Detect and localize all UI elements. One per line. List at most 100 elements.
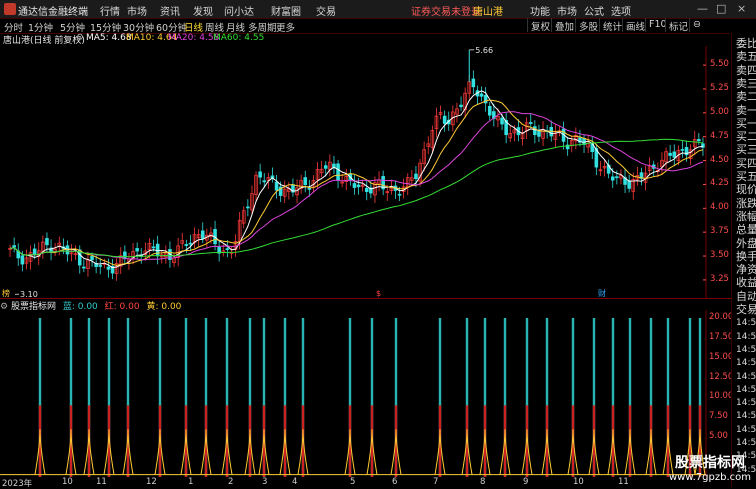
candle-body bbox=[106, 266, 111, 270]
candle bbox=[82, 259, 86, 273]
candle-body bbox=[12, 245, 16, 248]
period-1min[interactable]: 1分钟 bbox=[28, 20, 53, 34]
side-panel-item[interactable]: 买二 bbox=[736, 130, 756, 144]
menu-market[interactable]: 市场 bbox=[127, 3, 147, 18]
menu-formula[interactable]: 公式 bbox=[584, 3, 604, 18]
side-panel-item[interactable]: 卖四 bbox=[736, 64, 756, 78]
price-tick: 5.25 bbox=[710, 82, 729, 93]
adjust-button[interactable]: 复权 bbox=[527, 18, 552, 33]
side-panel-item[interactable]: 总量 bbox=[736, 223, 756, 237]
candle bbox=[479, 86, 484, 102]
period-60min[interactable]: 60分钟 bbox=[156, 20, 187, 34]
indicator-chart[interactable] bbox=[0, 310, 731, 477]
candle bbox=[524, 117, 529, 139]
period-daily[interactable]: 日线 bbox=[184, 20, 203, 34]
period-more[interactable]: 更多 bbox=[276, 20, 295, 34]
menu-trade[interactable]: 交易 bbox=[316, 3, 336, 18]
candle bbox=[598, 161, 603, 176]
event-marker: 榜 bbox=[2, 288, 10, 298]
indicator-spike bbox=[366, 317, 378, 477]
candle bbox=[578, 129, 582, 147]
candle bbox=[442, 110, 447, 132]
settings-gear-icon[interactable]: ⚙ bbox=[76, 33, 84, 43]
period-5min[interactable]: 5分钟 bbox=[60, 20, 85, 34]
candle bbox=[533, 120, 537, 144]
side-panel-item[interactable]: 卖二 bbox=[736, 90, 756, 104]
candle bbox=[69, 244, 74, 262]
period-weekly[interactable]: 周线 bbox=[205, 20, 224, 34]
menu-xiaoda[interactable]: 问小达 bbox=[224, 3, 254, 18]
candle bbox=[352, 175, 357, 195]
side-panel-item[interactable]: 14:56 bbox=[736, 356, 756, 370]
candle bbox=[660, 152, 664, 175]
side-panel-item[interactable]: 交易 bbox=[736, 303, 756, 317]
ma20-value: MA20: 4.58 bbox=[168, 33, 220, 43]
side-panel-item[interactable]: 14:56 bbox=[736, 409, 756, 423]
side-panel-item[interactable]: 买五 bbox=[736, 170, 756, 184]
candle bbox=[369, 181, 373, 199]
statistics-button[interactable]: 统计 bbox=[599, 18, 624, 33]
side-panel-item[interactable]: 14:56 bbox=[736, 396, 756, 410]
side-panel-item[interactable]: 买四 bbox=[736, 157, 756, 171]
side-panel-item[interactable]: 14:56 bbox=[736, 316, 756, 330]
side-panel-item[interactable]: 14:56 bbox=[736, 330, 756, 344]
indicator-spike bbox=[567, 317, 579, 477]
indicator-spike bbox=[103, 317, 115, 477]
side-panel-item[interactable]: 净资 bbox=[736, 263, 756, 277]
candle bbox=[114, 258, 119, 281]
menu-options[interactable]: 选项 bbox=[611, 3, 631, 18]
side-panel-item[interactable]: 卖三 bbox=[736, 77, 756, 91]
login-status[interactable]: 证券交易未登录 bbox=[411, 3, 481, 18]
menu-function[interactable]: 功能 bbox=[530, 3, 550, 18]
side-panel-item[interactable]: 14:56 bbox=[736, 370, 756, 384]
indicator-header: ⚙ 股票指标网 蓝: 0.00 红: 0.00 黄: 0.00 bbox=[0, 299, 181, 312]
side-panel-item[interactable]: 外盘 bbox=[736, 237, 756, 251]
period-multi[interactable]: 多周期 bbox=[248, 20, 277, 34]
side-panel-item[interactable]: 卖五 bbox=[736, 50, 756, 64]
candle-body bbox=[668, 152, 672, 156]
period-30min[interactable]: 30分钟 bbox=[123, 20, 154, 34]
indicator-gear-icon[interactable]: ⚙ bbox=[0, 302, 8, 312]
indicator-spike bbox=[624, 317, 636, 477]
side-panel-item[interactable]: 现价 bbox=[736, 183, 756, 197]
side-panel-item[interactable]: 14:56 bbox=[736, 423, 756, 437]
side-panel-item[interactable]: 14:56 bbox=[736, 343, 756, 357]
maximize-button[interactable]: □ bbox=[716, 2, 726, 15]
side-panel-item[interactable]: 涨幅 bbox=[736, 210, 756, 224]
side-panel-item[interactable]: 买三 bbox=[736, 143, 756, 157]
zoom-out-button[interactable]: ⊖ bbox=[689, 18, 703, 32]
period-monthly[interactable]: 月线 bbox=[226, 20, 245, 34]
side-panel-item[interactable]: 涨跌 bbox=[736, 197, 756, 211]
side-panel-item[interactable]: 收益 bbox=[736, 276, 756, 290]
candle bbox=[520, 126, 525, 146]
candle-body bbox=[533, 126, 537, 136]
close-button[interactable]: × bbox=[737, 2, 746, 15]
candlestick-chart[interactable]: 5.66 3.10 榜 $ 财 bbox=[0, 46, 731, 299]
multi-stock-button[interactable]: 多股 bbox=[575, 18, 600, 33]
side-panel-item[interactable]: 自动 bbox=[736, 290, 756, 304]
candle-body bbox=[528, 122, 533, 124]
menu-quotes[interactable]: 行情 bbox=[100, 3, 120, 18]
side-panel-item[interactable]: 卖一 bbox=[736, 104, 756, 118]
mark-button[interactable]: 标记 bbox=[665, 18, 690, 33]
indicator-spike bbox=[154, 317, 166, 477]
menu-discover[interactable]: 发现 bbox=[193, 3, 213, 18]
minimize-button[interactable]: — bbox=[697, 2, 708, 15]
menu-news[interactable]: 资讯 bbox=[160, 3, 180, 18]
indicator-blue-value: 蓝: 0.00 bbox=[62, 302, 98, 312]
menu-wealth[interactable]: 财富圈 bbox=[271, 3, 301, 18]
side-panel-item[interactable]: 换手 bbox=[736, 250, 756, 264]
side-panel-item[interactable]: 买一 bbox=[736, 117, 756, 131]
draw-line-button[interactable]: 画线 bbox=[622, 18, 647, 33]
candle-body bbox=[135, 248, 139, 252]
period-15min[interactable]: 15分钟 bbox=[90, 20, 121, 34]
side-panel-item[interactable]: 委比 bbox=[736, 37, 756, 51]
period-tick[interactable]: 分时 bbox=[4, 20, 23, 34]
candle-body bbox=[459, 104, 463, 108]
menu-market-right[interactable]: 市场 bbox=[557, 3, 577, 18]
side-panel-item[interactable]: 14:56 bbox=[736, 383, 756, 397]
candle bbox=[528, 113, 533, 129]
candle bbox=[483, 87, 488, 112]
side-panel-item[interactable]: 14:56 bbox=[736, 436, 756, 450]
overlay-button[interactable]: 叠加 bbox=[551, 18, 576, 33]
